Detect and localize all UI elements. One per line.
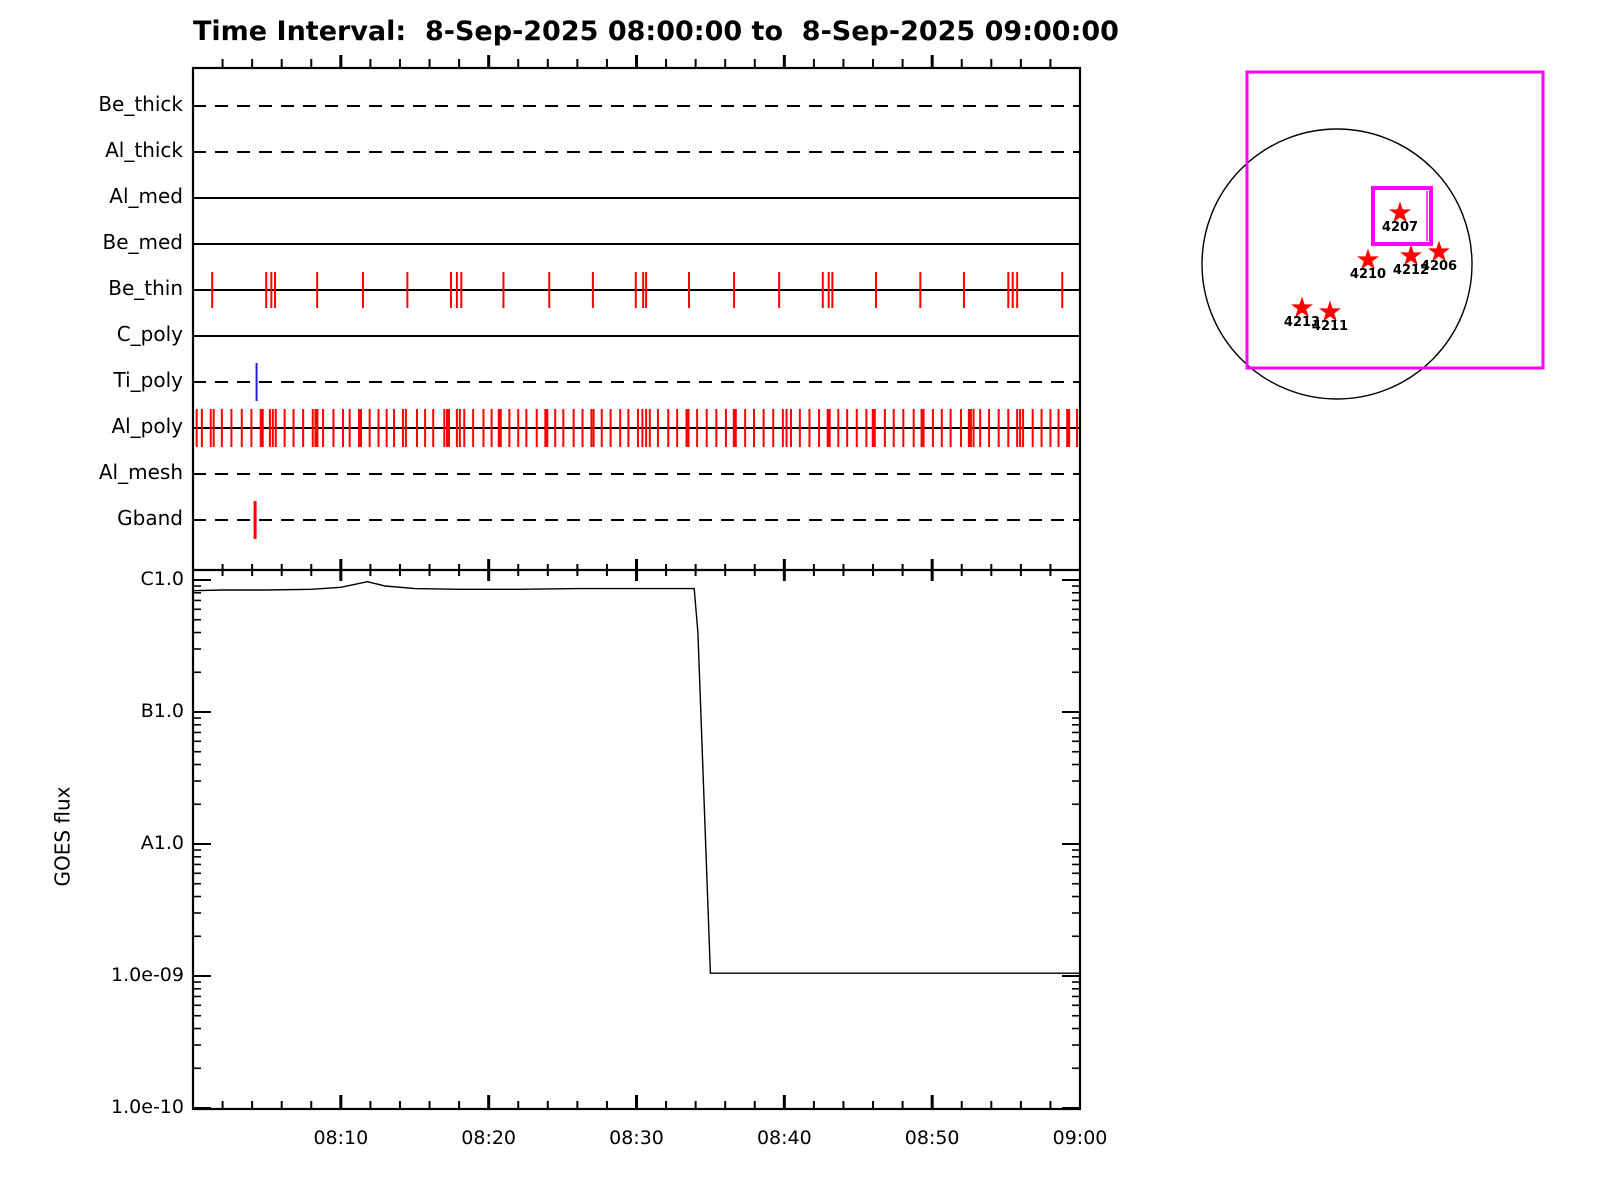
- y-tick-label: B1.0: [140, 700, 184, 722]
- plot-canvas: [191, 55, 1545, 1111]
- x-tick-label: 08:50: [904, 1127, 960, 1149]
- row-label-ti_poly: Ti_poly: [113, 368, 183, 392]
- row-label-be_med: Be_med: [102, 230, 183, 254]
- x-tick-label: 08:20: [461, 1127, 517, 1149]
- screenshot-root: Time Interval: 8-Sep-2025 08:00:00 to 8-…: [0, 0, 1600, 1200]
- row-label-al_thick: Al_thick: [105, 138, 183, 162]
- row-label-c_poly: C_poly: [116, 322, 183, 346]
- goes-flux-curve: [192, 580, 1080, 974]
- active-region-label-4207: 4207: [1381, 220, 1419, 235]
- x-tick-label: 08:10: [313, 1127, 369, 1149]
- active-region-label-4206: 4206: [1420, 259, 1458, 274]
- x-tick-label: 08:30: [609, 1127, 664, 1149]
- y-tick-label: A1.0: [140, 832, 184, 854]
- row-label-al_mesh: Al_mesh: [98, 460, 183, 484]
- row-label-al_med: Al_med: [109, 184, 183, 208]
- row-label-be_thin: Be_thin: [108, 276, 183, 300]
- row-label-al_poly: Al_poly: [111, 414, 183, 438]
- row-label-be_thick: Be_thick: [98, 92, 183, 116]
- y-tick-label: C1.0: [140, 568, 184, 590]
- x-tick-label: 09:00: [1052, 1127, 1108, 1149]
- x-tick-label: 08:40: [756, 1127, 812, 1149]
- y-tick-label: 1.0e-09: [111, 964, 184, 986]
- active-region-label-4211: 4211: [1311, 319, 1349, 334]
- row-label-gband: Gband: [117, 506, 183, 530]
- y-tick-label: 1.0e-10: [111, 1096, 184, 1118]
